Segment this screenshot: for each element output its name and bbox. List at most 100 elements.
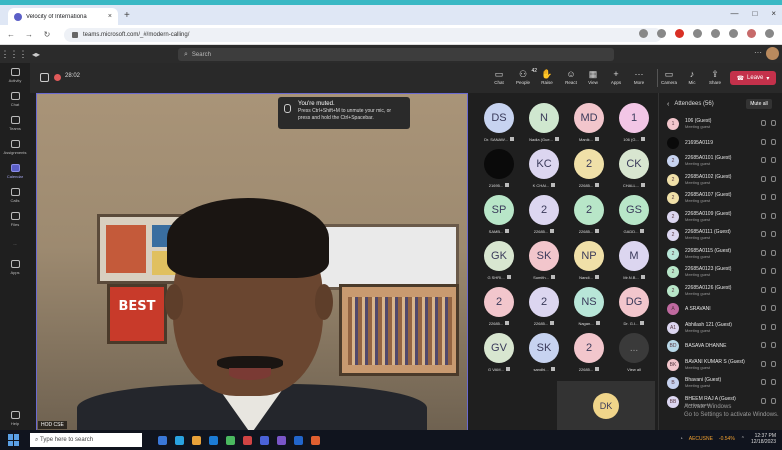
close-window-button[interactable]: × xyxy=(771,9,776,18)
taskbar-app-icon[interactable] xyxy=(294,435,303,445)
participant-tile[interactable]: NS Nagan... xyxy=(566,287,612,331)
taskbar-app-icon[interactable] xyxy=(158,435,167,445)
new-tab-button[interactable]: + xyxy=(124,10,130,21)
participant-tile[interactable]: 2 22685... xyxy=(566,195,612,239)
more-options-icon[interactable]: ··· xyxy=(754,48,762,57)
rail-item-assignments[interactable]: Assignments xyxy=(0,135,30,159)
participant-tile[interactable]: CK CHALL... xyxy=(611,149,657,193)
back-arrow-icon[interactable]: ← xyxy=(4,30,18,39)
attendee-row[interactable]: B Bhavani (Guest) Meeting guest xyxy=(659,374,782,393)
participant-tile[interactable]: SK Sumith... xyxy=(521,241,567,285)
attendee-row[interactable]: A A SRAVANI xyxy=(659,300,782,319)
view-button[interactable]: ▦ View xyxy=(582,69,604,85)
nav-arrows-icon[interactable]: ◂▸ xyxy=(32,50,40,59)
browser-tab[interactable]: Velocity of Internationa × xyxy=(8,8,118,25)
participant-tile[interactable]: 1 106 (G... xyxy=(611,103,657,147)
bookmark-star-icon[interactable] xyxy=(657,29,666,38)
participant-tile[interactable]: 2 22685... xyxy=(566,149,612,193)
attendee-row[interactable]: 21695A0119 xyxy=(659,134,782,153)
chat-button[interactable]: ▭ Chat xyxy=(488,69,510,85)
app-launcher-icon[interactable]: ⋮⋮⋮ xyxy=(0,49,28,60)
participant-tile[interactable]: M Mr.N.B... xyxy=(611,241,657,285)
mute-all-button[interactable]: Mute all xyxy=(746,99,772,109)
rail-item-activity[interactable]: Activity xyxy=(0,63,30,87)
attendee-row[interactable]: 2 22685A0123 (Guest) Meeting guest xyxy=(659,263,782,282)
taskbar-app-icon[interactable] xyxy=(311,435,320,445)
attendee-row[interactable]: BD BASAVA DHANNE xyxy=(659,337,782,356)
shield-icon[interactable] xyxy=(40,73,49,82)
taskbar-app-icon[interactable] xyxy=(243,435,252,445)
attendee-row[interactable]: 2 22685A0109 (Guest) Meeting guest xyxy=(659,208,782,227)
rail-item-calendar[interactable]: Calendar xyxy=(0,159,30,183)
minimize-button[interactable]: — xyxy=(730,9,738,18)
view-all-tile[interactable]: ... View all xyxy=(611,333,657,377)
profile-avatar[interactable] xyxy=(747,29,756,38)
participant-tile[interactable]: 21695... xyxy=(476,149,522,193)
main-video-stage[interactable]: BEST xyxy=(36,93,468,433)
people-button[interactable]: ⚇ 42 People xyxy=(512,68,537,85)
participant-tile[interactable]: 2 22685... xyxy=(521,287,567,331)
user-avatar[interactable] xyxy=(766,47,779,60)
participant-tile[interactable]: DG Dr. G.I... xyxy=(611,287,657,331)
taskbar-app-icon[interactable] xyxy=(192,435,201,445)
leave-button[interactable]: ☎ Leave ▾ xyxy=(730,71,776,85)
tab-close-icon[interactable]: × xyxy=(108,13,112,20)
back-chevron-icon[interactable]: ‹ xyxy=(667,101,669,108)
participant-tile[interactable]: 2 22685... xyxy=(566,333,612,377)
rail-item-chat[interactable]: Chat xyxy=(0,87,30,111)
participant-tile[interactable]: N Nadia (Gue... xyxy=(521,103,567,147)
taskbar-app-icon[interactable] xyxy=(277,435,286,445)
rail-item-calls[interactable]: Calls xyxy=(0,183,30,207)
participant-tile[interactable]: GV G VAM... xyxy=(476,333,522,377)
attendee-row[interactable]: 2 22685A0111 (Guest) Meeting guest xyxy=(659,226,782,245)
rail-item-files[interactable]: Files xyxy=(0,207,30,231)
participant-tile[interactable]: NP Nandi... xyxy=(566,241,612,285)
cast-icon[interactable] xyxy=(639,29,648,38)
share-button[interactable]: ⇪ Share xyxy=(704,69,726,85)
mic-button[interactable]: ♪ Mic xyxy=(681,69,703,85)
sidepanel-icon[interactable] xyxy=(729,29,738,38)
participant-tile[interactable]: KC K CHAI... xyxy=(521,149,567,193)
apps-button[interactable]: + Apps xyxy=(605,69,627,85)
participant-tile[interactable]: 2 22685... xyxy=(521,195,567,239)
taskbar-app-icon[interactable] xyxy=(226,435,235,445)
rail-item-more[interactable]: ... xyxy=(0,231,30,255)
url-input[interactable]: teams.microsoft.com/_#/modern-calling/ xyxy=(64,27,662,42)
camera-button[interactable]: ▭ Camera xyxy=(658,69,680,85)
maximize-button[interactable]: □ xyxy=(752,9,757,18)
downloads-icon[interactable] xyxy=(711,29,720,38)
windows-start-icon[interactable] xyxy=(8,434,22,446)
network-icon[interactable]: ⌃ xyxy=(741,436,745,442)
attendee-row[interactable]: 2 22685A0126 (Guest) Meeting guest xyxy=(659,282,782,301)
more-button[interactable]: ··· More xyxy=(628,69,650,85)
raise-hand-button[interactable]: ✋ Raise xyxy=(536,69,558,85)
participant-tile[interactable]: SK sandhi... xyxy=(521,333,567,377)
participant-tile[interactable]: GS GADD... xyxy=(611,195,657,239)
clock[interactable]: 12:37 PM 12/18/2023 xyxy=(751,433,776,445)
taskbar-app-icon[interactable] xyxy=(260,435,269,445)
extension-icon[interactable] xyxy=(675,29,684,38)
site-info-icon[interactable] xyxy=(72,31,78,38)
attendee-row[interactable]: 2 22685A0107 (Guest) Meeting guest xyxy=(659,189,782,208)
forward-arrow-icon[interactable]: → xyxy=(22,30,36,39)
attendee-row[interactable]: BK BAVANI KUMAR S (Guest) Meeting guest xyxy=(659,356,782,375)
self-view-tile[interactable]: DK xyxy=(557,381,655,431)
attendee-row[interactable]: A1 Abhilash 121 (Guest) Meeting guest xyxy=(659,319,782,338)
taskbar-app-icon[interactable] xyxy=(175,435,184,445)
reload-icon[interactable]: ↻ xyxy=(40,30,54,39)
rail-item-teams[interactable]: Teams xyxy=(0,111,30,135)
teams-search-input[interactable]: ⌕ Search xyxy=(178,48,614,61)
participant-tile[interactable]: GK G SHRI... xyxy=(476,241,522,285)
react-button[interactable]: ☺ React xyxy=(560,69,582,85)
rail-item-help[interactable]: Help xyxy=(0,406,30,430)
attendee-row[interactable]: 2 22685A0115 (Guest) Meeting guest xyxy=(659,245,782,264)
attendee-row[interactable]: 2 22685A0101 (Guest) Meeting guest xyxy=(659,152,782,171)
taskbar-app-icon[interactable] xyxy=(209,435,218,445)
attendee-row[interactable]: 1 106 (Guest) Meeting guest xyxy=(659,115,782,134)
participant-tile[interactable]: SP SAMB... xyxy=(476,195,522,239)
extensions-puzzle-icon[interactable] xyxy=(693,29,702,38)
chevron-down-icon[interactable]: ▾ xyxy=(766,75,769,82)
rail-item-apps[interactable]: Apps xyxy=(0,255,30,279)
participant-tile[interactable]: 2 22685... xyxy=(476,287,522,331)
chrome-menu-icon[interactable] xyxy=(765,29,774,38)
